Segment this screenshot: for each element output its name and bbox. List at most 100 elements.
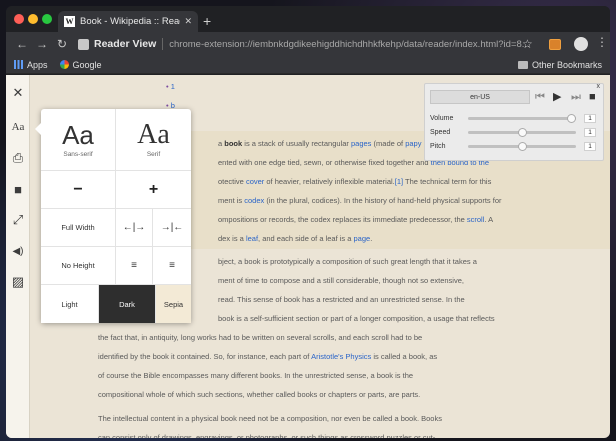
new-tab-button[interactable]: + [203, 13, 211, 29]
browser-menu-icon[interactable]: ⋮ [596, 35, 608, 49]
theme-sepia-button[interactable]: Sepia [156, 285, 191, 323]
images-icon[interactable]: ▨ [10, 274, 26, 290]
font-sans-serif-button[interactable]: Aa Sans-serif [41, 109, 116, 171]
article-line: the fact that, in antiquity, long works … [98, 333, 423, 342]
bookmarks-bar: Apps Google Other Bookmarks [6, 56, 610, 74]
narrow-icon: →|← [160, 222, 184, 233]
forward-button[interactable]: → [32, 37, 52, 51]
address-separator [162, 38, 164, 50]
link-codex[interactable]: codex [244, 196, 264, 205]
profile-avatar[interactable] [574, 37, 588, 51]
align-right-button[interactable]: ≡ [153, 247, 191, 285]
line-height-button[interactable]: No Height [41, 247, 116, 285]
article-line: The intellectual content in a physical b… [98, 414, 442, 423]
increase-font-button[interactable]: + [116, 171, 191, 209]
window-close-button[interactable] [14, 14, 24, 24]
link-aristotle-physics[interactable]: Aristotle's Physics [311, 352, 371, 361]
widen-icon: ←|→ [122, 222, 146, 233]
link-pages[interactable]: pages [351, 139, 371, 148]
reload-button[interactable]: ↻ [52, 37, 72, 51]
tts-language-select[interactable]: en-US [430, 90, 530, 104]
tab-reader-view[interactable]: W Book - Wikipedia :: Reader View ✕ [58, 11, 198, 32]
bookmark-apps-label: Apps [27, 59, 48, 70]
theme-dark-label: Dark [119, 299, 135, 309]
tts-close-icon[interactable]: x [597, 83, 601, 90]
link-cover[interactable]: cover [246, 177, 264, 186]
fullscreen-icon[interactable]: ⤢ [10, 212, 26, 228]
bookmark-star-icon[interactable]: ☆ [522, 37, 533, 51]
window-maximize-button[interactable] [42, 14, 52, 24]
widen-button[interactable]: ←|→ [116, 209, 153, 247]
tts-pitch-row: Pitch 1 [430, 140, 600, 152]
tts-stop-icon[interactable]: ■ [589, 90, 596, 104]
serif-label: Serif [146, 151, 161, 158]
bookmark-google-label: Google [72, 59, 102, 70]
narrow-button[interactable]: →|← [153, 209, 191, 247]
sans-serif-sample: Aa [62, 120, 94, 150]
save-icon[interactable]: ■ [10, 181, 26, 197]
link-page[interactable]: page [354, 234, 371, 243]
theme-dark-button[interactable]: Dark [99, 285, 156, 323]
sans-serif-label: Sans-serif [63, 151, 93, 158]
full-width-button[interactable]: Full Width [41, 209, 116, 247]
article-line: ompositions or records, the codex replac… [218, 215, 494, 224]
bookmark-apps[interactable]: Apps [14, 60, 48, 70]
article-line: bject, a book is prototypically a compos… [218, 257, 477, 266]
plus-icon: + [148, 180, 159, 198]
pitch-value[interactable]: 1 [584, 141, 596, 151]
align-right-icon: ≡ [169, 260, 175, 271]
address-bar[interactable]: Reader View chrome-extension://iembnkdgd… [78, 35, 538, 53]
tts-speed-row: Speed 1 [430, 126, 600, 138]
other-bookmarks[interactable]: Other Bookmarks [517, 60, 602, 70]
back-button[interactable]: ← [12, 37, 32, 51]
speech-icon[interactable]: ◀) [10, 243, 26, 259]
url-text[interactable]: chrome-extension://iembnkdgdikeehigddhic… [169, 39, 529, 50]
reader-sidebar: ✕ Aa ⎙ ■ ⤢ ◀) ▨ [6, 75, 30, 438]
link-leaf[interactable]: leaf [246, 234, 258, 243]
article-line: read. This sense of book has a restricte… [218, 295, 465, 304]
tts-volume-row: Volume 1 [430, 112, 600, 124]
tts-next-icon[interactable]: ⏭ [571, 90, 581, 104]
article-line: identified by the book it contained. So,… [98, 352, 438, 361]
link-scroll[interactable]: scroll [467, 215, 485, 224]
volume-value[interactable]: 1 [584, 113, 596, 123]
article-line: book is a self-sufficient section or par… [218, 314, 495, 323]
other-bookmarks-label: Other Bookmarks [531, 60, 602, 70]
bookmark-google[interactable]: Google [56, 60, 102, 70]
article-line: a book is a stack of usually rectangular… [218, 139, 422, 148]
theme-light-button[interactable]: Light [41, 285, 99, 323]
tab-strip: W Book - Wikipedia :: Reader View ✕ + [6, 6, 610, 32]
tts-previous-icon[interactable]: ⏮ [535, 90, 545, 104]
volume-slider[interactable] [468, 113, 576, 123]
close-reader-icon[interactable]: ✕ [10, 85, 26, 101]
font-settings-popup: Aa Sans-serif Aa Serif − + Full Width ←|… [35, 109, 191, 323]
theme-sepia-label: Sepia [163, 299, 184, 309]
wikipedia-favicon-icon: W [64, 16, 75, 27]
volume-slider-handle[interactable] [567, 113, 576, 123]
pitch-slider-handle[interactable] [517, 141, 527, 151]
article-line: otective cover of heavier, relatively in… [218, 177, 492, 186]
google-icon [59, 60, 69, 69]
browser-window: W Book - Wikipedia :: Reader View ✕ + ← … [6, 6, 610, 438]
text-to-speech-panel: x en-US ⏮ ▶ ⏭ ■ Volume 1 Speed 1 Pitch 1 [424, 83, 604, 161]
window-minimize-button[interactable] [28, 14, 38, 24]
theme-light-label: Light [61, 299, 78, 309]
tab-close-icon[interactable]: ✕ [184, 16, 192, 27]
full-width-label: Full Width [61, 223, 95, 232]
font-serif-button[interactable]: Aa Serif [116, 109, 191, 171]
decrease-font-button[interactable]: − [41, 171, 116, 209]
speed-slider[interactable] [468, 127, 576, 137]
pitch-slider[interactable] [468, 141, 576, 151]
article-line: of course the Bible encompasses many dif… [98, 371, 414, 380]
minus-icon: − [73, 180, 83, 198]
article-line: dex is a leaf, and each side of a leaf i… [218, 234, 373, 243]
tab-title: Book - Wikipedia :: Reader View [80, 16, 180, 27]
font-settings-icon[interactable]: Aa [10, 119, 26, 135]
tts-play-icon[interactable]: ▶ [553, 90, 561, 104]
speed-value[interactable]: 1 [584, 127, 596, 137]
align-left-button[interactable]: ≡ [116, 247, 153, 285]
speed-slider-handle[interactable] [517, 127, 527, 137]
print-icon[interactable]: ⎙ [10, 150, 26, 166]
serif-sample: Aa [137, 119, 170, 150]
extension-icon[interactable] [549, 39, 561, 50]
